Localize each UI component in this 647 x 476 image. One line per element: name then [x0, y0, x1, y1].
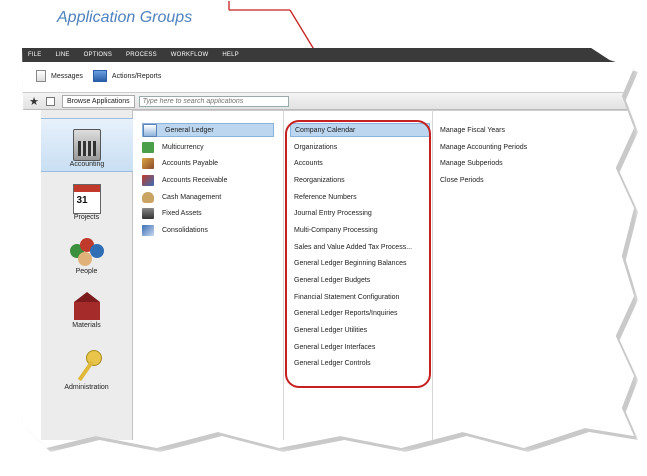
sidebar-item-administration[interactable]: Administration [41, 334, 132, 394]
sidebar: Accounting 31 Projects People Materials … [41, 110, 133, 440]
sidebar-item-materials[interactable]: Materials [41, 280, 132, 332]
menu-line[interactable]: LINE [49, 52, 77, 58]
messages-button[interactable]: Messages [36, 70, 83, 82]
group-label: Accounts Payable [162, 159, 219, 167]
favorites-star-icon[interactable]: ★ [28, 95, 40, 108]
annotation-label: Application Groups [57, 9, 193, 26]
document-icon [36, 70, 46, 82]
menu-help[interactable]: HELP [216, 52, 246, 58]
fixed-assets-icon [142, 207, 154, 219]
search-applications-input[interactable] [138, 95, 289, 107]
column-divider [432, 110, 433, 440]
application-window: FILE LINE OPTIONS PROCESS WORKFLOW HELP … [22, 48, 634, 448]
sidebar-item-label: Administration [64, 384, 109, 391]
group-fixed-assets[interactable]: Fixed Assets [142, 206, 274, 220]
app-manage-fiscal-years[interactable]: Manage Fiscal Years [440, 123, 505, 137]
menu-bar: FILE LINE OPTIONS PROCESS WORKFLOW HELP [22, 48, 634, 62]
group-label: Accounts Receivable [162, 176, 228, 184]
sidebar-item-label: Accounting [69, 161, 105, 168]
group-consolidations[interactable]: Consolidations [142, 223, 274, 237]
app-close-periods[interactable]: Close Periods [440, 173, 484, 187]
sidebar-item-label: Projects [73, 214, 100, 221]
consolidations-icon [142, 224, 154, 236]
sidebar-item-label: Materials [72, 322, 101, 329]
browse-applications-tab[interactable]: Browse Applications [62, 94, 135, 108]
app-manage-accounting-periods[interactable]: Manage Accounting Periods [440, 140, 527, 154]
sidebar-item-label: People [75, 268, 98, 275]
app-manage-subperiods[interactable]: Manage Subperiods [440, 156, 503, 170]
sidebar-item-accounting[interactable]: Accounting [41, 118, 133, 172]
menu-options[interactable]: OPTIONS [78, 52, 120, 58]
people-icon [69, 238, 104, 268]
cash-bag-icon [142, 191, 154, 203]
toolbar: Messages Actions/Reports [22, 65, 171, 87]
group-accounts-payable[interactable]: Accounts Payable [142, 156, 274, 170]
group-cash-management[interactable]: Cash Management [142, 190, 274, 204]
ledger-icon [143, 123, 157, 137]
actions-reports-button[interactable]: Actions/Reports [92, 70, 162, 82]
menu-process[interactable]: PROCESS [120, 52, 165, 58]
menu-workflow[interactable]: WORKFLOW [165, 52, 217, 58]
actions-reports-label: Actions/Reports [111, 72, 162, 80]
group-label: Multicurrency [162, 143, 204, 151]
sidebar-item-people[interactable]: People [41, 226, 132, 278]
browse-bar: ★ Browse Applications [22, 92, 634, 110]
calculator-icon [73, 129, 101, 161]
messages-label: Messages [51, 72, 83, 80]
currency-icon [142, 141, 154, 153]
calendar-number: 31 [76, 195, 88, 206]
group-label: Fixed Assets [162, 209, 202, 217]
browse-icon[interactable] [46, 96, 55, 106]
application-groups-highlight [285, 120, 431, 388]
calendar-icon: 31 [72, 184, 101, 214]
receivable-icon [142, 174, 154, 186]
monitor-icon [92, 70, 107, 82]
menu-file[interactable]: FILE [22, 52, 49, 58]
group-multicurrency[interactable]: Multicurrency [142, 140, 274, 154]
group-label: Cash Management [162, 193, 222, 201]
column-divider [283, 110, 284, 440]
group-general-ledger[interactable]: General Ledger [142, 123, 274, 137]
group-label: General Ledger [165, 126, 214, 134]
group-label: Consolidations [162, 226, 208, 234]
payable-icon [142, 157, 154, 169]
warehouse-icon [70, 292, 104, 322]
key-icon [72, 350, 102, 384]
group-accounts-receivable[interactable]: Accounts Receivable [142, 173, 274, 187]
sidebar-item-projects[interactable]: 31 Projects [41, 172, 132, 224]
